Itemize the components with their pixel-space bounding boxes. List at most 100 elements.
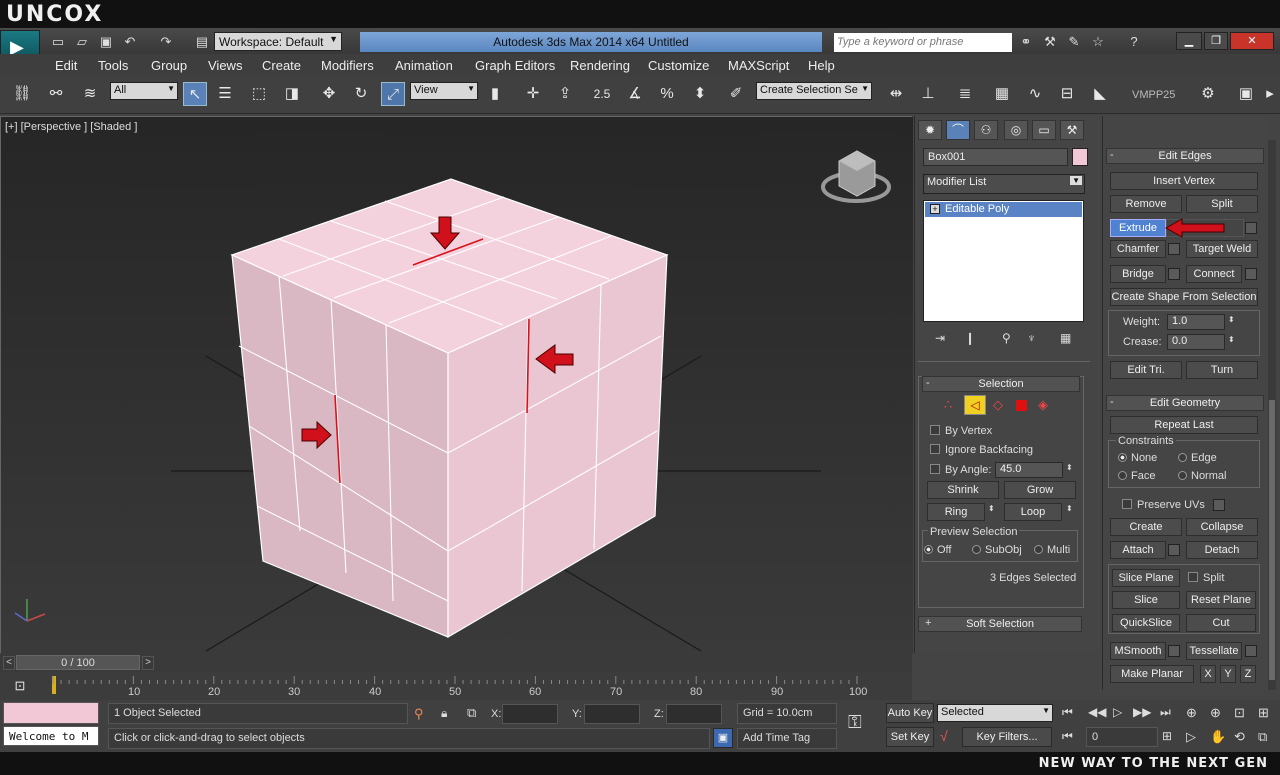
pivot-center-icon[interactable]: ▮ — [483, 82, 507, 106]
unlink-icon[interactable]: ⚯ — [44, 82, 68, 106]
create-button[interactable]: Create — [1110, 518, 1182, 536]
percent-snap-icon[interactable]: % — [655, 82, 679, 106]
project-folder-icon[interactable]: ▤ — [192, 33, 212, 51]
maximize-button[interactable]: ❐ — [1204, 32, 1228, 50]
rectangular-selection-icon[interactable]: ⬚ — [247, 82, 271, 106]
chamfer-button[interactable]: Chamfer — [1110, 240, 1166, 258]
menu-group[interactable]: Group — [151, 58, 187, 73]
turn-button[interactable]: Turn — [1186, 361, 1258, 379]
reference-coordinate-dropdown[interactable]: View ▼ — [410, 82, 478, 100]
menu-create[interactable]: Create — [262, 58, 301, 73]
constraint-edge-radio[interactable]: Edge — [1178, 452, 1217, 464]
menu-tools[interactable]: Tools — [98, 58, 128, 73]
new-scene-icon[interactable]: ▭ — [48, 33, 68, 51]
ignore-backfacing-checkbox[interactable]: Ignore Backfacing — [930, 444, 1033, 456]
select-by-name-icon[interactable]: ☰ — [213, 82, 237, 106]
connect-settings-icon[interactable] — [1245, 268, 1257, 280]
scrollbar-thumb[interactable] — [1269, 400, 1275, 680]
preserve-uvs-checkbox[interactable]: Preserve UVs — [1122, 499, 1205, 511]
close-button[interactable]: ✕ — [1230, 32, 1274, 50]
menu-help[interactable]: Help — [808, 58, 835, 73]
element-mode-icon[interactable]: ◈ — [1038, 397, 1048, 413]
utilities-tab-icon[interactable]: ⚒ — [1060, 120, 1084, 140]
collapse-icon[interactable]: - — [1110, 149, 1114, 161]
loop-button[interactable]: Loop — [1004, 503, 1062, 521]
key-filters-button[interactable]: Key Filters... — [962, 727, 1052, 747]
select-manipulate-icon[interactable]: ✛ — [521, 82, 545, 106]
mirror-icon[interactable]: ⇹ — [884, 82, 908, 106]
window-crossing-icon[interactable]: ◨ — [280, 82, 304, 106]
play-icon[interactable]: ▷ — [1113, 705, 1122, 719]
key-mode-dropdown[interactable]: Selected ▼ — [937, 704, 1053, 722]
undo-icon[interactable]: ↶ — [120, 33, 140, 51]
collapse-icon[interactable]: - — [1110, 396, 1114, 408]
viewport-label[interactable]: [+] [Perspective ] [Shaded ] — [5, 121, 137, 133]
by-vertex-checkbox[interactable]: By Vertex — [930, 425, 992, 437]
slice-button[interactable]: Slice — [1112, 591, 1180, 609]
preview-off-radio[interactable]: Off — [924, 544, 951, 556]
crease-field[interactable]: 0.0 — [1167, 334, 1225, 350]
split-button[interactable]: Split — [1186, 195, 1258, 213]
rendered-frame-icon[interactable]: ▣ — [1234, 82, 1258, 106]
spinner-snap-icon[interactable]: ⬍ — [688, 82, 712, 106]
connect-button[interactable]: Connect — [1186, 265, 1242, 283]
edge-mode-icon[interactable]: ◁ — [964, 395, 986, 415]
align-icon[interactable]: ⊥ — [916, 82, 940, 106]
collapse-icon[interactable]: - — [926, 377, 930, 389]
shrink-button[interactable]: Shrink — [927, 481, 999, 499]
ring-spinner[interactable]: ⬍ — [988, 504, 995, 513]
ring-button[interactable]: Ring — [927, 503, 985, 521]
add-time-tag[interactable]: Add Time Tag — [737, 728, 837, 749]
maxscript-mini-listener[interactable]: Welcome to M — [3, 726, 99, 746]
select-and-rotate-icon[interactable]: ↻ — [349, 82, 373, 106]
soft-selection-rollout-header[interactable]: Soft Selection — [918, 616, 1082, 632]
pan-view-icon[interactable]: ✋ — [1210, 729, 1226, 745]
menu-graph-editors[interactable]: Graph Editors — [475, 58, 555, 73]
x-coordinate-field[interactable] — [502, 704, 558, 724]
angle-field[interactable]: 45.0 — [995, 462, 1063, 478]
schematic-view-icon[interactable]: ⊟ — [1055, 82, 1079, 106]
menu-views[interactable]: Views — [208, 58, 242, 73]
menu-edit[interactable]: Edit — [55, 58, 77, 73]
quickslice-button[interactable]: QuickSlice — [1112, 614, 1180, 632]
create-shape-button[interactable]: Create Shape From Selection — [1110, 288, 1258, 306]
edit-edges-header[interactable]: Edit Edges — [1106, 148, 1264, 164]
by-angle-checkbox[interactable]: By Angle: — [930, 464, 991, 476]
zoom-extents-all-icon[interactable]: ⊞ — [1258, 705, 1269, 721]
minimize-button[interactable]: ▁ — [1176, 32, 1202, 50]
planar-z-button[interactable]: Z — [1240, 665, 1256, 683]
stack-item-editable-poly[interactable]: Editable Poly — [925, 202, 1082, 217]
absolute-mode-icon[interactable]: ⧉ — [467, 705, 476, 721]
expand-icon[interactable]: + — [925, 617, 931, 629]
zoom-all-icon[interactable]: ⊕ — [1210, 705, 1221, 721]
edit-tri-button[interactable]: Edit Tri. — [1110, 361, 1182, 379]
modifier-stack[interactable] — [923, 200, 1084, 322]
next-key-icon[interactable]: ▶▶ — [1133, 705, 1151, 719]
split-checkbox[interactable]: Split — [1188, 572, 1224, 584]
menu-animation[interactable]: Animation — [395, 58, 453, 73]
search-input[interactable]: Type a keyword or phrase — [834, 33, 1012, 52]
create-tab-icon[interactable]: ✹ — [918, 120, 942, 140]
edit-geometry-header[interactable]: Edit Geometry — [1106, 395, 1264, 411]
display-tab-icon[interactable]: ▭ — [1032, 120, 1056, 140]
expand-icon[interactable]: + — [930, 204, 940, 214]
planar-x-button[interactable]: X — [1200, 665, 1216, 683]
z-coordinate-field[interactable] — [666, 704, 722, 724]
current-frame-field[interactable]: 0 — [1086, 727, 1158, 747]
tessellate-button[interactable]: Tessellate — [1186, 642, 1242, 660]
cut-button[interactable]: Cut — [1186, 614, 1256, 632]
previous-frame-button[interactable]: < — [3, 656, 15, 670]
detach-button[interactable]: Detach — [1186, 541, 1258, 559]
menu-modifiers[interactable]: Modifiers — [321, 58, 374, 73]
lock-selection-icon[interactable]: 🔒︎ — [441, 706, 447, 721]
preview-multi-radio[interactable]: Multi — [1034, 544, 1070, 556]
render-setup-icon[interactable]: ⚙ — [1196, 82, 1220, 106]
field-of-view-icon[interactable]: ▷ — [1186, 729, 1196, 745]
selection-filter-dropdown[interactable]: All ▼ — [110, 82, 178, 100]
maxscript-listener-color[interactable] — [3, 702, 99, 724]
mini-curve-editor-icon[interactable]: ⊡ — [8, 674, 32, 698]
previous-key-icon[interactable]: ◀◀ — [1088, 705, 1106, 719]
slice-plane-button[interactable]: Slice Plane — [1112, 569, 1180, 587]
tessellate-settings-icon[interactable] — [1245, 645, 1257, 657]
orbit-icon[interactable]: ⟲ — [1234, 729, 1245, 745]
